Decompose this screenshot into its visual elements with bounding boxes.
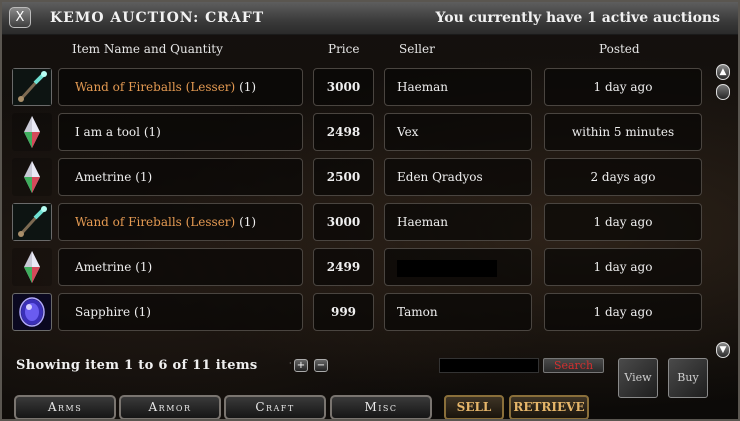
close-button[interactable]: X	[9, 7, 31, 28]
auction-window: X KEMO AUCTION: CRAFT You currently have…	[0, 0, 740, 421]
item-name: Wand of Fireballs (Lesser)	[75, 215, 236, 229]
crystal-icon[interactable]	[12, 248, 52, 286]
wand-icon[interactable]	[12, 203, 52, 241]
item-name: Ametrine	[75, 170, 136, 184]
wand-icon[interactable]	[12, 68, 52, 106]
page-minus-button[interactable]: −	[314, 359, 328, 372]
seller-cell	[384, 248, 532, 286]
column-header-posted[interactable]: Posted	[599, 42, 640, 56]
price-cell: 2499	[313, 248, 374, 286]
title-bar[interactable]: X KEMO AUCTION: CRAFT You currently have…	[2, 2, 738, 35]
view-button[interactable]: View	[618, 358, 658, 398]
scroll-down-button[interactable]: ▼	[716, 342, 730, 358]
item-name-cell[interactable]: I am a tool (1)	[58, 113, 303, 151]
scroll-thumb[interactable]	[716, 84, 730, 100]
tab-arms[interactable]: Arms	[14, 395, 116, 419]
item-name: I am a tool	[75, 125, 140, 139]
pagination-status: Showing item 1 to 6 of 11 items	[16, 358, 258, 373]
pagination-dot: ·	[289, 359, 292, 368]
crystal-icon[interactable]	[12, 158, 52, 196]
price-cell: 3000	[313, 68, 374, 106]
column-header-price[interactable]: Price	[328, 42, 359, 56]
posted-cell: within 5 minutes	[544, 113, 702, 151]
buy-button[interactable]: Buy	[668, 358, 708, 398]
item-quantity: (1)	[135, 260, 153, 274]
item-name: Ametrine	[75, 260, 136, 274]
tab-armor[interactable]: Armor	[119, 395, 221, 419]
seller-cell: Tamon	[384, 293, 532, 331]
posted-cell: 1 day ago	[544, 68, 702, 106]
sapphire-icon[interactable]	[12, 293, 52, 331]
posted-cell: 2 days ago	[544, 158, 702, 196]
search-button[interactable]: Search	[543, 358, 604, 373]
seller-cell: Haeman	[384, 203, 532, 241]
posted-cell: 1 day ago	[544, 293, 702, 331]
tab-misc[interactable]: Misc	[330, 395, 432, 419]
price-cell: 2498	[313, 113, 374, 151]
seller-cell: Vex	[384, 113, 532, 151]
tab-craft[interactable]: Craft	[224, 395, 326, 419]
sell-button[interactable]: SELL	[444, 395, 504, 419]
posted-cell: 1 day ago	[544, 203, 702, 241]
price-cell: 999	[313, 293, 374, 331]
item-quantity: (1)	[133, 305, 151, 319]
item-name-cell[interactable]: Sapphire (1)	[58, 293, 303, 331]
item-quantity: (1)	[239, 80, 257, 94]
price-cell: 3000	[313, 203, 374, 241]
crystal-icon[interactable]	[12, 113, 52, 151]
column-header-seller[interactable]: Seller	[399, 42, 435, 56]
window-title: KEMO AUCTION: CRAFT	[50, 10, 265, 26]
item-name-cell[interactable]: Ametrine (1)	[58, 158, 303, 196]
seller-cell: Haeman	[384, 68, 532, 106]
item-name-cell[interactable]: Wand of Fireballs (Lesser) (1)	[58, 68, 303, 106]
item-name-cell[interactable]: Ametrine (1)	[58, 248, 303, 286]
retrieve-button[interactable]: RETRIEVE	[509, 395, 589, 419]
seller-cell: Eden Qradyos	[384, 158, 532, 196]
redacted-seller	[397, 260, 497, 277]
search-input[interactable]	[439, 358, 539, 373]
item-name: Sapphire	[75, 305, 131, 319]
item-name-cell[interactable]: Wand of Fireballs (Lesser) (1)	[58, 203, 303, 241]
item-quantity: (1)	[239, 215, 257, 229]
active-auctions-status: You currently have 1 active auctions	[435, 10, 720, 26]
scroll-up-button[interactable]: ▲	[716, 64, 730, 80]
item-name: Wand of Fireballs (Lesser)	[75, 80, 236, 94]
column-header-name[interactable]: Item Name and Quantity	[72, 42, 223, 56]
item-quantity: (1)	[143, 125, 161, 139]
price-cell: 2500	[313, 158, 374, 196]
item-quantity: (1)	[135, 170, 153, 184]
posted-cell: 1 day ago	[544, 248, 702, 286]
page-plus-button[interactable]: +	[294, 359, 308, 372]
